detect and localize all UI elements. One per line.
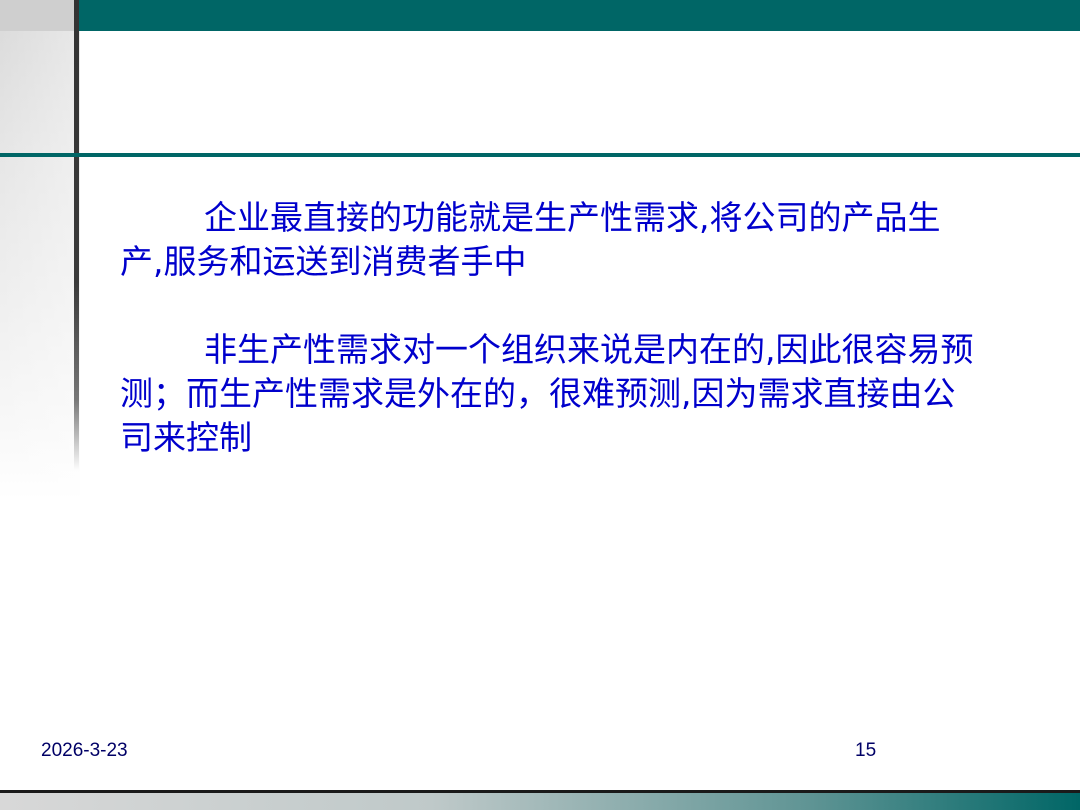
top-left-block (0, 0, 75, 31)
slide-body: 企业最直接的功能就是生产性需求,将公司的产品生产,服务和运送到消费者手中 非生产… (120, 196, 980, 504)
footer-date: 2026-3-23 (41, 740, 128, 761)
left-gradient-decoration (0, 0, 80, 500)
slide: 企业最直接的功能就是生产性需求,将公司的产品生产,服务和运送到消费者手中 非生产… (0, 0, 1080, 810)
paragraph-2: 非生产性需求对一个组织来说是内在的,因此很容易预测；而生产性需求是外在的，很难预… (120, 330, 974, 457)
vertical-divider (74, 0, 79, 470)
page-number: 15 (855, 740, 877, 761)
title-underline (0, 153, 1080, 157)
top-accent-bar (0, 0, 1080, 31)
slide-title (90, 40, 1050, 145)
paragraph-1: 企业最直接的功能就是生产性需求,将公司的产品生产,服务和运送到消费者手中 (120, 198, 941, 281)
bottom-accent-bar (0, 793, 1080, 810)
